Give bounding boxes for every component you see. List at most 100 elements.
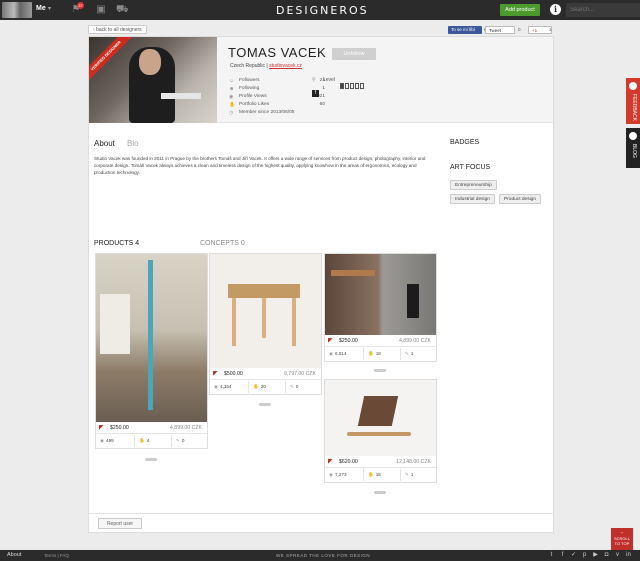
more-handle[interactable] bbox=[145, 458, 157, 461]
product-card-3[interactable]: ◤ $250.00 4,899.00 CZK ◉ 6,514 ✋ 18 ✎ 1 bbox=[324, 253, 437, 362]
tag-product-design[interactable]: Product design bbox=[499, 194, 541, 204]
product-image[interactable] bbox=[96, 254, 207, 422]
tweet-label: Tweet bbox=[489, 28, 502, 33]
designer-location: Czech Republic | studiovacek.cz bbox=[230, 63, 302, 69]
more-handle[interactable] bbox=[374, 369, 386, 372]
divider bbox=[134, 435, 135, 447]
likes-metric[interactable]: ✋ 20 bbox=[253, 381, 266, 393]
product-card-2[interactable]: ◤ $500.00 9,797.00 CZK ◉ 4,154 ✋ 20 ✎ 0 bbox=[209, 253, 322, 395]
tab-products[interactable]: PRODUCTS 4 bbox=[94, 240, 139, 247]
verified-ribbon: VERIFIED DESIGNER bbox=[89, 37, 135, 85]
chevron-down-icon[interactable]: ▾ bbox=[48, 5, 51, 12]
lock-icon[interactable]: ▣ bbox=[95, 4, 107, 16]
comments-count: 1 bbox=[410, 351, 414, 356]
facebook-icon[interactable]: f bbox=[312, 90, 319, 97]
chair-shape bbox=[331, 270, 375, 276]
comments-icon: ✎ bbox=[176, 438, 180, 443]
tweet-count: 0 bbox=[518, 27, 521, 32]
user-icon: ☻ bbox=[229, 86, 235, 92]
product-card-4[interactable]: ◤ $620.00 12,148.00 CZK ◉ 7,273 ✋ 18 ✎ 1 bbox=[324, 379, 437, 483]
search-input[interactable] bbox=[566, 3, 640, 17]
divider bbox=[363, 348, 364, 360]
notification-count-badge: 37 bbox=[77, 2, 84, 9]
report-user-button[interactable]: Report user bbox=[98, 518, 142, 529]
facebook-like-label: To se mi líbí bbox=[451, 27, 476, 32]
price-czk: 4,899.00 CZK bbox=[169, 425, 202, 431]
twitter-icon[interactable]: ✓ bbox=[570, 552, 577, 559]
back-to-designers-link[interactable]: ‹ back to all designers bbox=[88, 25, 147, 34]
stat-member-since: ◷ Member since 2013/06/05 bbox=[229, 109, 325, 117]
feedback-tab[interactable]: FEEDBACK bbox=[626, 78, 640, 124]
stat-portfolio-likes: ✋ Portfolio Likes 60 bbox=[229, 101, 325, 109]
designer-photo: VERIFIED DESIGNER bbox=[89, 37, 217, 123]
views-count: 6,514 bbox=[335, 351, 347, 356]
eye-icon: ◉ bbox=[329, 472, 334, 477]
footer: About Terms | FAQ WE SPREAD THE LOVE FOR… bbox=[0, 550, 640, 561]
vimeo-icon[interactable]: v bbox=[614, 552, 621, 559]
pinterest-icon[interactable]: p bbox=[581, 552, 588, 559]
instagram-icon[interactable]: ◘ bbox=[603, 552, 610, 559]
users-icon: ☺ bbox=[229, 78, 235, 84]
price-row: ◤ $500.00 9,797.00 CZK bbox=[210, 368, 321, 380]
blog-tab[interactable]: BLOG bbox=[626, 128, 640, 168]
stat-following[interactable]: ☻ Following 1 bbox=[229, 85, 325, 93]
likes-count: 4 bbox=[146, 438, 150, 443]
tag-entrepreneurship[interactable]: Entrepreneurship bbox=[450, 180, 497, 190]
product-image[interactable] bbox=[210, 254, 321, 368]
facebook-icon[interactable]: f bbox=[559, 552, 566, 559]
stat-followers[interactable]: ☺ Followers 24 bbox=[229, 77, 325, 85]
likes-metric[interactable]: ✋ 18 bbox=[368, 469, 381, 481]
tab-concepts[interactable]: CONCEPTS 0 bbox=[200, 240, 245, 247]
product-image[interactable] bbox=[325, 254, 436, 335]
stat-value: 60 bbox=[319, 102, 325, 107]
site-logo[interactable]: DESIGNEROS bbox=[276, 4, 369, 17]
cart-icon[interactable]: ⛟ bbox=[116, 4, 129, 16]
add-product-button[interactable]: Add product bbox=[500, 4, 540, 16]
price-czk: 12,148.00 CZK bbox=[396, 459, 431, 465]
footer-links[interactable]: Terms | FAQ bbox=[44, 553, 69, 558]
rocker-shape bbox=[347, 432, 411, 436]
tweet-button[interactable]: Tweet bbox=[485, 26, 515, 34]
scroll-to-top-label: SCROLL TO TOP bbox=[613, 536, 630, 546]
footer-motto: WE SPREAD THE LOVE FOR DESIGN bbox=[276, 553, 371, 558]
stat-label: Following bbox=[239, 86, 260, 91]
tab-bio[interactable]: Bio bbox=[127, 139, 139, 148]
divider bbox=[171, 435, 172, 447]
product-card-1[interactable]: ◤ $250.00 4,899.00 CZK ◉ 499 ✋ 4 ✎ 0 bbox=[95, 253, 208, 449]
views-metric: ◉ 7,273 bbox=[329, 469, 347, 481]
stat-value: 1 bbox=[322, 86, 325, 91]
likes-count: 20 bbox=[260, 384, 266, 389]
unfollow-button[interactable]: Unfollow bbox=[332, 48, 376, 60]
divider bbox=[248, 381, 249, 393]
price-row: ◤ $250.00 4,899.00 CZK bbox=[96, 422, 207, 434]
likes-metric[interactable]: ✋ 18 bbox=[368, 348, 381, 360]
facebook-like-button[interactable]: To se mi líbí bbox=[448, 26, 482, 34]
card-divider bbox=[89, 513, 553, 514]
level-indicator bbox=[340, 76, 365, 94]
likes-metric[interactable]: ✋ 4 bbox=[139, 435, 149, 447]
stat-profile-views: ◉ Profile Views 2921 bbox=[229, 93, 325, 101]
stat-label: Member since 2013/06/05 bbox=[239, 110, 295, 115]
website-link[interactable]: studiovacek.cz bbox=[269, 63, 302, 69]
user-avatar[interactable] bbox=[2, 2, 32, 18]
metrics-row: ◉ 6,514 ✋ 18 ✎ 1 bbox=[325, 348, 436, 360]
scroll-to-top-button[interactable]: ⌃ SCROLL TO TOP bbox=[611, 528, 633, 550]
level-box bbox=[340, 83, 344, 89]
eye-icon: ◉ bbox=[100, 438, 105, 443]
tab-about[interactable]: About bbox=[94, 139, 115, 148]
separator: | bbox=[266, 63, 268, 69]
info-icon[interactable]: i bbox=[550, 4, 561, 15]
more-handle[interactable] bbox=[374, 491, 386, 494]
more-handle[interactable] bbox=[259, 403, 271, 406]
tag-industrial-design[interactable]: Industrial design bbox=[450, 194, 495, 204]
linkedin-icon[interactable]: in bbox=[625, 552, 632, 559]
back-link-label: back to all designers bbox=[96, 27, 142, 33]
info-icon bbox=[629, 132, 637, 140]
me-menu[interactable]: Me bbox=[36, 5, 46, 12]
footer-about-link[interactable]: About bbox=[7, 552, 21, 558]
youtube-icon[interactable]: ▶ bbox=[592, 552, 599, 559]
comments-icon: ✎ bbox=[290, 384, 294, 389]
product-image[interactable] bbox=[325, 380, 436, 456]
tumblr-icon[interactable]: t bbox=[548, 552, 555, 559]
divider bbox=[400, 348, 401, 360]
